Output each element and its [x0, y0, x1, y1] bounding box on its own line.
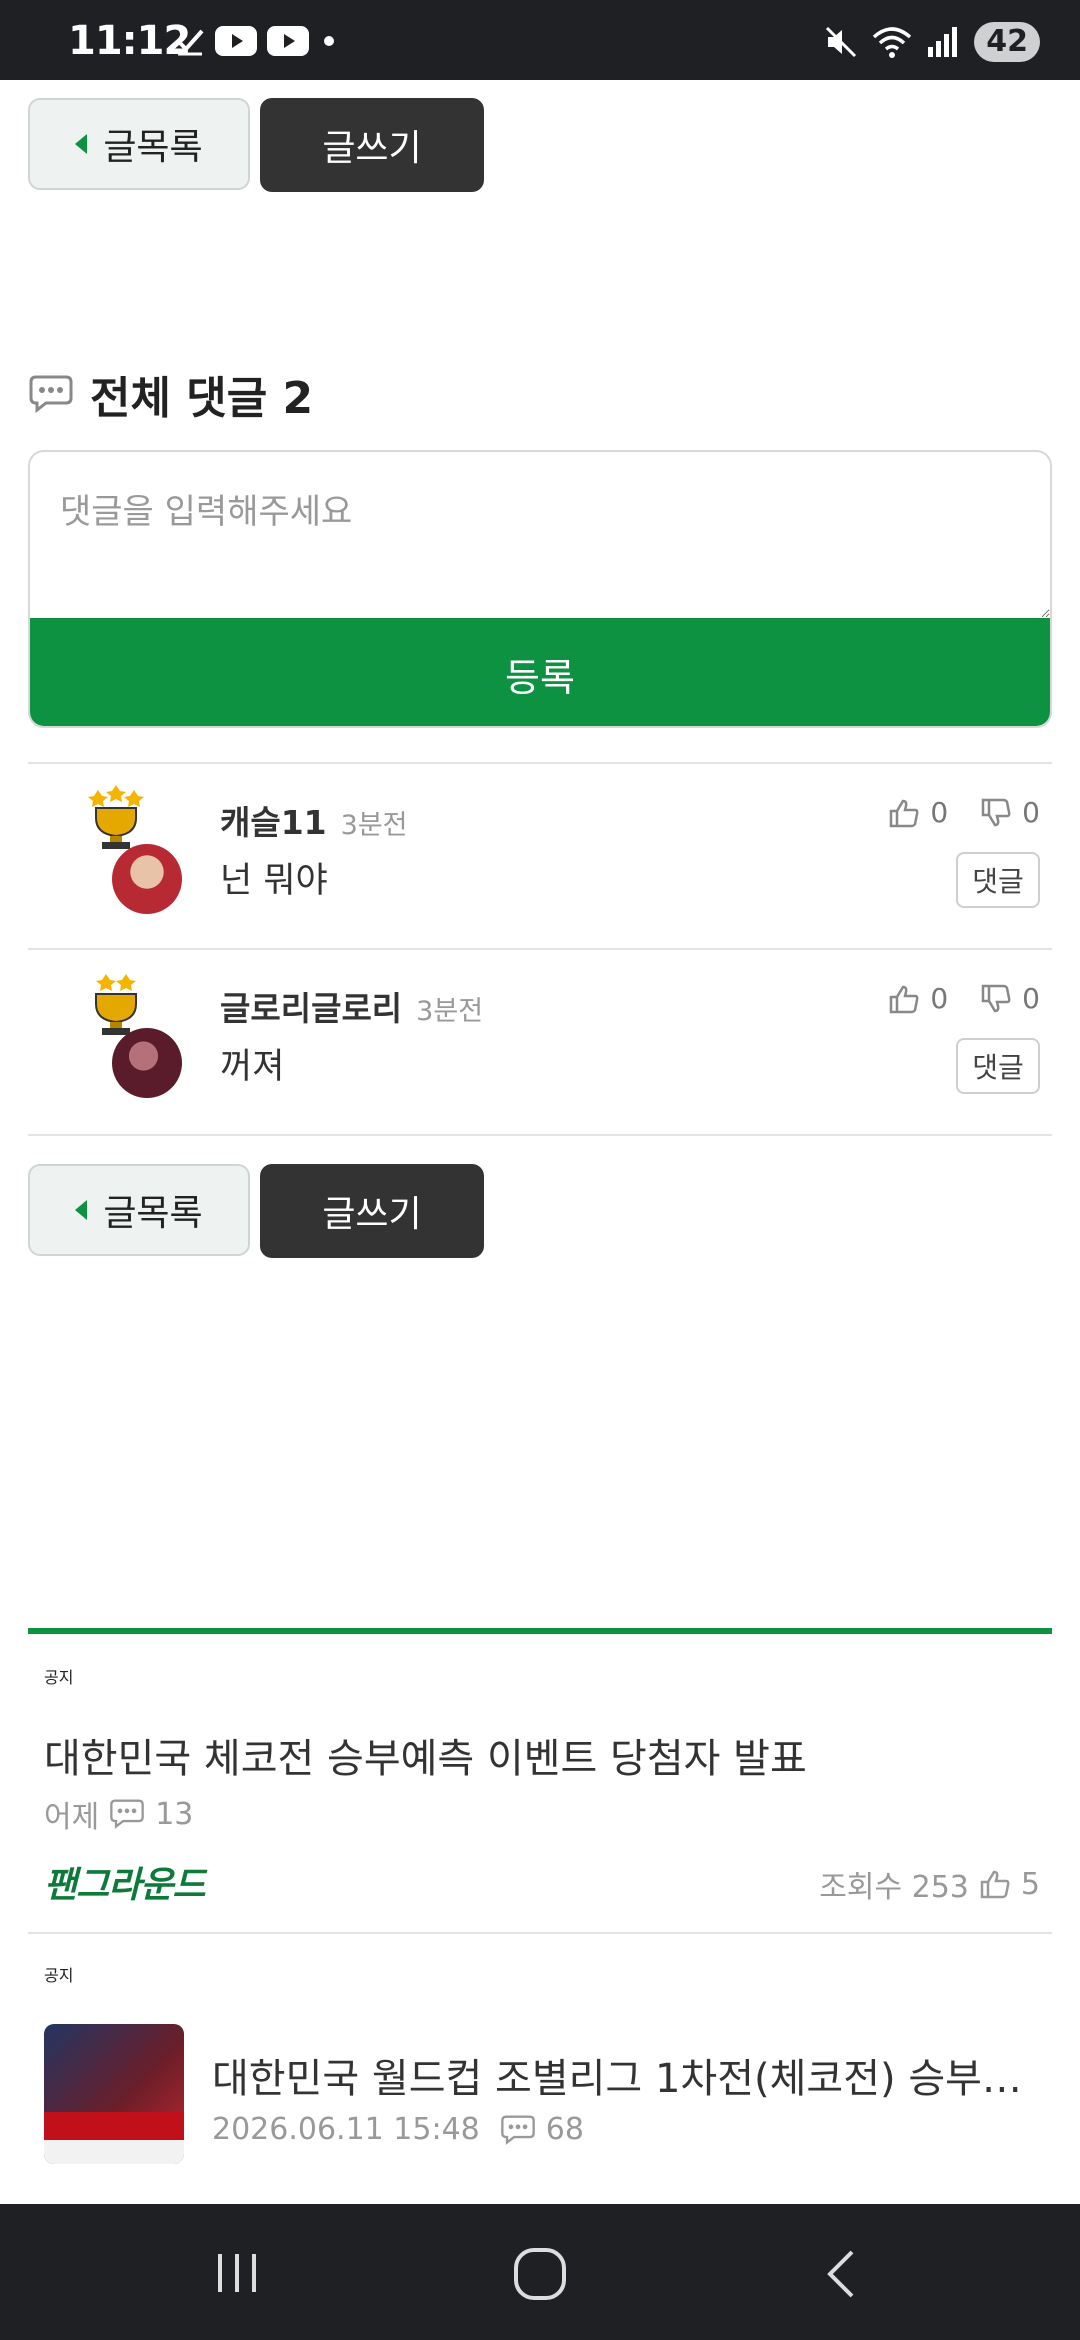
- list-button[interactable]: 글목록: [28, 1164, 250, 1256]
- notice-label: 공지: [44, 1668, 74, 1687]
- status-bar: 11:12 42: [0, 0, 1080, 80]
- list-button[interactable]: 글목록: [28, 98, 250, 190]
- comment-author[interactable]: 캐슬11: [220, 803, 327, 842]
- divider: [28, 1932, 1052, 1934]
- comment-author-line: 글로리글로리 3분전: [220, 982, 483, 1030]
- notice-meta: 어제 13: [44, 1792, 193, 1836]
- notice-comment-count: 68: [545, 2112, 584, 2147]
- bottom-button-row: 글목록 글쓰기: [28, 1164, 484, 1258]
- comment-author-line: 캐슬11 3분전: [220, 796, 408, 844]
- home-icon[interactable]: [512, 2246, 568, 2302]
- youtube-icon: [215, 26, 257, 56]
- top-button-row: 글목록 글쓰기: [28, 98, 484, 192]
- status-time: 11:12: [68, 18, 191, 64]
- comment-time: 3분전: [340, 810, 408, 841]
- comment-author[interactable]: 글로리글로리: [220, 989, 402, 1028]
- notice-comment-count: 13: [155, 1796, 194, 1832]
- status-right-icons: 42: [824, 22, 1040, 62]
- comment-bubble-icon: [29, 375, 73, 414]
- comment-form: 등록: [28, 450, 1052, 728]
- dot-icon: [324, 36, 334, 46]
- navigation-bar: [0, 2204, 1080, 2340]
- notice-date: 2026.06.11 15:48: [212, 2112, 480, 2147]
- back-icon[interactable]: [822, 2248, 862, 2300]
- thumbnail-banner: [44, 2112, 184, 2140]
- comment-votes: 0 0: [888, 796, 1040, 829]
- battery-indicator: 42: [974, 22, 1040, 62]
- avatar[interactable]: [112, 844, 182, 914]
- comments-title: 전체 댓글 2: [90, 373, 314, 424]
- youtube-icon: [267, 26, 309, 56]
- thumbs-up-icon: [980, 1870, 1010, 1899]
- recent-apps-icon[interactable]: [212, 2250, 262, 2296]
- comment-item: 캐슬11 3분전 넌 뭐야 0 0 댓글: [28, 764, 1052, 950]
- notice-date: 어제: [44, 1800, 100, 1835]
- comment-time: 3분전: [416, 996, 484, 1027]
- mute-icon: [826, 26, 857, 58]
- comment-item: 글로리글로리 3분전 꺼져 0 0 댓글: [28, 950, 1052, 1136]
- arrow-left-icon: [75, 134, 88, 154]
- signal-icon: [928, 27, 958, 57]
- list-button-label: 글목록: [103, 127, 203, 168]
- list-button-label: 글목록: [103, 1193, 203, 1234]
- notice-views: 조회수 253: [819, 1870, 969, 1905]
- notice-meta: 2026.06.11 15:48 68: [212, 2112, 584, 2147]
- thumbs-up-icon[interactable]: [888, 984, 920, 1014]
- wifi-icon: [873, 27, 912, 58]
- write-button[interactable]: 글쓰기: [260, 1164, 484, 1258]
- comment-text: 넌 뭐야: [220, 861, 328, 901]
- brand-logo: 팬그라운드: [44, 1865, 206, 1906]
- notice-section-divider: [28, 1628, 1052, 1634]
- status-left-icons: [175, 26, 339, 56]
- like-count: 0: [930, 982, 949, 1015]
- notice-likes: 5: [1020, 1866, 1040, 1902]
- comment-text: 꺼져: [220, 1047, 285, 1087]
- divider: [28, 1134, 1052, 1136]
- write-button[interactable]: 글쓰기: [260, 98, 484, 192]
- notice-title[interactable]: 대한민국 월드컵 조별리그 1차전(체코전) 승부…: [212, 2046, 1042, 2104]
- trophy-icon: [88, 785, 144, 849]
- comment-bubble-icon: [500, 2115, 535, 2145]
- arrow-left-icon: [75, 1200, 88, 1220]
- dislike-count: 0: [1022, 796, 1040, 829]
- thumbs-down-icon[interactable]: [980, 984, 1012, 1014]
- thumbs-down-icon[interactable]: [980, 798, 1012, 828]
- thumbnail-footer: [44, 2140, 184, 2164]
- thumbs-up-icon[interactable]: [888, 798, 920, 828]
- notice-label: 공지: [44, 1966, 74, 1985]
- comment-votes: 0 0: [888, 982, 1040, 1015]
- reply-button[interactable]: 댓글: [956, 1038, 1040, 1094]
- avatar[interactable]: [112, 1028, 182, 1098]
- comment-bubble-icon: [110, 1799, 145, 1829]
- notice-title[interactable]: 대한민국 체코전 승부예측 이벤트 당첨자 발표: [44, 1726, 807, 1784]
- notice-thumbnail[interactable]: [44, 2024, 184, 2164]
- check-icon: [176, 29, 204, 56]
- like-count: 0: [930, 796, 949, 829]
- comments-header: 전체 댓글 2: [28, 362, 313, 426]
- notice-stats: 조회수 253 5: [819, 1862, 1040, 1906]
- trophy-icon: [95, 974, 137, 1035]
- dislike-count: 0: [1022, 982, 1040, 1015]
- submit-comment-button[interactable]: 등록: [30, 618, 1050, 726]
- reply-button[interactable]: 댓글: [956, 852, 1040, 908]
- comment-input[interactable]: [30, 452, 1050, 618]
